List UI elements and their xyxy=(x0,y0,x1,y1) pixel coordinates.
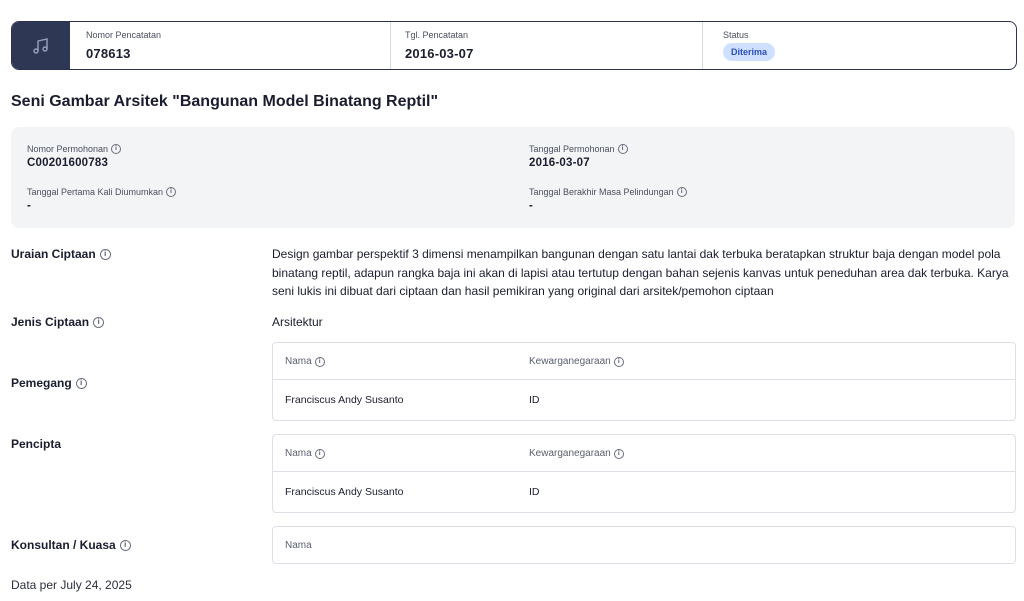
record-header-bar: Nomor Pencatatan 078613 Tgl. Pencatatan … xyxy=(11,21,1017,70)
table-header-row: Nama i Kewarganegaraan i xyxy=(273,343,1015,380)
tgl-pencatatan-cell: Tgl. Pencatatan 2016-03-07 xyxy=(390,22,702,69)
pemegang-label: Pemegang i xyxy=(11,376,87,390)
table-cell-nama: Franciscus Andy Susanto xyxy=(285,486,404,498)
pencipta-label: Pencipta xyxy=(11,437,61,451)
info-icon[interactable]: i xyxy=(613,448,624,459)
column-header-nama-text: Nama xyxy=(285,448,312,459)
pencipta-label-text: Pencipta xyxy=(11,437,62,451)
info-icon[interactable]: i xyxy=(99,248,111,260)
nomor-pencatatan-label: Nomor Pencatatan xyxy=(86,30,162,40)
status-cell: Status Diterima xyxy=(702,22,1016,69)
tanggal-pertama-value: - xyxy=(27,200,32,212)
tanggal-permohonan-value: 2016-03-07 xyxy=(529,157,590,169)
konsultan-kuasa-label: Konsultan / Kuasa i xyxy=(11,538,131,552)
tanggal-pertama-item: Tanggal Pertama Kali Diumumkan i - xyxy=(27,187,177,212)
data-date-footer: Data per July 24, 2025 xyxy=(11,578,132,592)
info-icon[interactable]: i xyxy=(119,539,131,551)
pencipta-table: Nama i Kewarganegaraan i Franciscus Andy S… xyxy=(272,434,1016,513)
uraian-ciptaan-label: Uraian Ciptaan i xyxy=(11,247,111,261)
tanggal-pertama-label: Tanggal Pertama Kali Diumumkan xyxy=(27,187,164,197)
column-header-nama-text: Nama xyxy=(285,356,312,367)
page-title: Seni Gambar Arsitek "Bangunan Model Bina… xyxy=(11,93,439,110)
tgl-pencatatan-value: 2016-03-07 xyxy=(405,46,474,61)
table-row: Franciscus Andy Susanto ID xyxy=(273,380,1015,420)
info-icon[interactable]: i xyxy=(613,356,624,367)
status-badge: Diterima xyxy=(723,43,776,61)
column-header-nama: Nama i xyxy=(285,356,325,367)
application-info-box: Nomor Permohonan i C00201600783 Tanggal P… xyxy=(11,127,1015,228)
jenis-ciptaan-label: Jenis Ciptaan i xyxy=(11,315,105,329)
nomor-permohonan-item: Nomor Permohonan i C00201600783 xyxy=(27,144,122,169)
nomor-permohonan-value: C00201600783 xyxy=(27,157,109,169)
column-header-kewarganegaraan-text: Kewarganegaraan xyxy=(529,448,611,459)
info-icon[interactable]: i xyxy=(93,316,105,328)
info-icon[interactable]: i xyxy=(617,144,628,154)
info-icon[interactable]: i xyxy=(676,187,687,197)
table-header-row: Nama xyxy=(273,527,1015,563)
info-icon[interactable]: i xyxy=(314,448,325,459)
column-header-nama: Nama i xyxy=(285,448,325,459)
column-header-nama: Nama xyxy=(285,540,312,551)
column-header-kewarganegaraan: Kewarganegaraan i xyxy=(529,356,624,367)
column-header-kewarganegaraan-text: Kewarganegaraan xyxy=(529,356,611,367)
table-cell-kewarganegaraan: ID xyxy=(529,394,540,406)
jenis-ciptaan-value: Arsitektur xyxy=(272,315,323,329)
info-icon[interactable]: i xyxy=(166,187,177,197)
status-label: Status xyxy=(723,30,749,40)
jenis-ciptaan-label-text: Jenis Ciptaan xyxy=(11,315,90,329)
konsultan-kuasa-label-text: Konsultan / Kuasa xyxy=(11,538,116,552)
tgl-pencatatan-label: Tgl. Pencatatan xyxy=(405,30,469,40)
music-note-icon xyxy=(33,37,48,54)
info-icon[interactable]: i xyxy=(75,377,87,389)
tanggal-berakhir-label: Tanggal Berakhir Masa Pelindungan xyxy=(529,187,674,197)
uraian-ciptaan-text: Design gambar perspektif 3 dimensi menam… xyxy=(272,247,1009,298)
info-icon[interactable]: i xyxy=(314,356,325,367)
pemegang-table: Nama i Kewarganegaraan i Franciscus Andy S… xyxy=(272,342,1016,421)
tanggal-berakhir-value: - xyxy=(529,200,534,212)
pemegang-label-text: Pemegang xyxy=(11,376,72,390)
table-cell-nama: Franciscus Andy Susanto xyxy=(285,394,404,406)
nomor-permohonan-label: Nomor Permohonan xyxy=(27,144,109,154)
info-icon[interactable]: i xyxy=(111,144,122,154)
record-icon-box xyxy=(12,22,70,69)
table-cell-kewarganegaraan: ID xyxy=(529,486,540,498)
table-header-row: Nama i Kewarganegaraan i xyxy=(273,435,1015,472)
table-row: Franciscus Andy Susanto ID xyxy=(273,472,1015,512)
nomor-pencatatan-cell: Nomor Pencatatan 078613 xyxy=(70,22,390,69)
tanggal-berakhir-item: Tanggal Berakhir Masa Pelindungan i - xyxy=(529,187,687,212)
column-header-kewarganegaraan: Kewarganegaraan i xyxy=(529,448,624,459)
tanggal-permohonan-item: Tanggal Permohonan i 2016-03-07 xyxy=(529,144,628,169)
uraian-ciptaan-label-text: Uraian Ciptaan xyxy=(11,247,96,261)
nomor-pencatatan-value: 078613 xyxy=(86,46,131,61)
konsultan-table: Nama xyxy=(272,526,1016,564)
tanggal-permohonan-label: Tanggal Permohonan xyxy=(529,144,615,154)
